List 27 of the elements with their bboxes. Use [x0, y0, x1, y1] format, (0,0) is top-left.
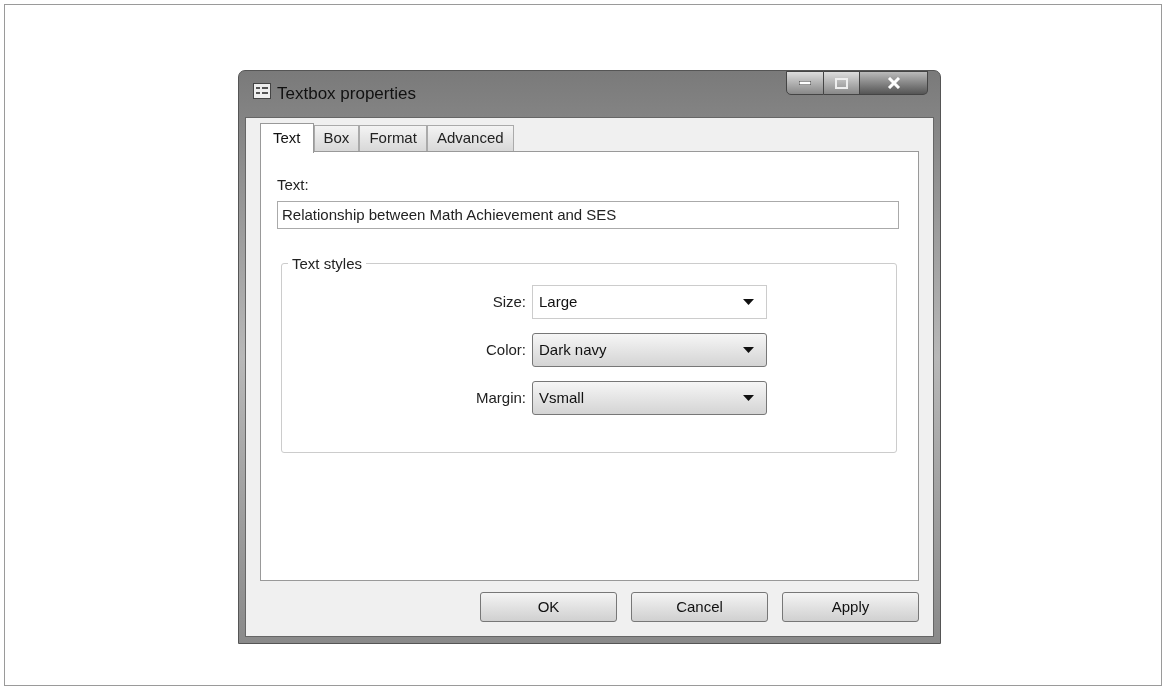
field-label: Text:: [277, 175, 310, 195]
dropdown[interactable]: Large: [532, 285, 767, 319]
dialog-button[interactable]: Cancel: [631, 592, 768, 622]
field-label: Margin:: [474, 387, 526, 408]
group-label: Text styles: [291, 253, 364, 274]
minimize-icon: [799, 81, 811, 85]
text-input[interactable]: Relationship between Math Achievement and SES: [277, 200, 899, 229]
tab[interactable]: Text: [260, 123, 314, 153]
dropdown[interactable]: Vsmall: [532, 381, 767, 415]
caret-icon: [743, 299, 754, 305]
field-label: Color:: [485, 339, 526, 360]
caret-icon: [743, 347, 754, 353]
window-icon: [253, 83, 271, 99]
window-title: Textbox properties: [277, 83, 416, 105]
dropdown[interactable]: Dark navy: [532, 333, 767, 367]
minimize-button[interactable]: [786, 71, 824, 95]
close-button[interactable]: [860, 71, 928, 95]
dialog-button[interactable]: OK: [480, 592, 617, 622]
close-icon: [886, 77, 901, 89]
field-label: Size:: [491, 291, 526, 312]
maximize-icon: [835, 77, 848, 89]
dialog-button[interactable]: Apply: [782, 592, 919, 622]
tab[interactable]: Format: [359, 125, 427, 151]
maximize-button[interactable]: [824, 71, 860, 95]
caret-icon: [743, 395, 754, 401]
tab[interactable]: Advanced: [426, 125, 514, 151]
tab[interactable]: Box: [313, 125, 360, 151]
